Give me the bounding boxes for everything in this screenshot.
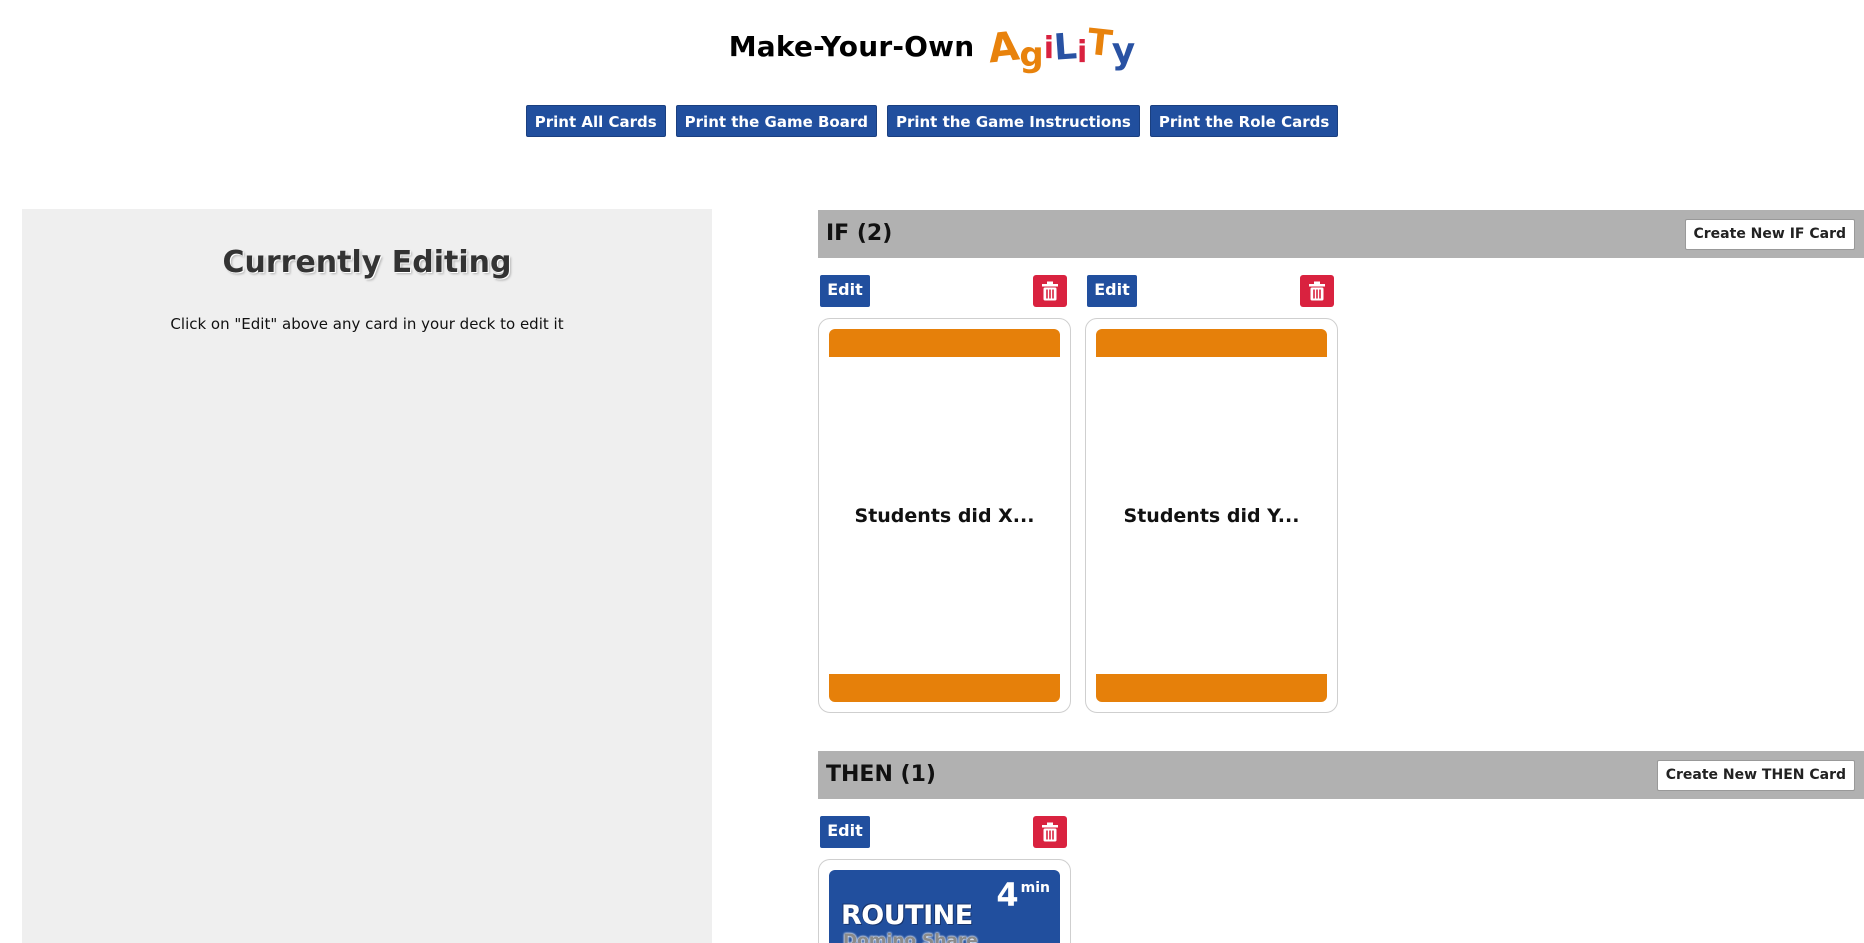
then-section-header: THEN (1) Create New THEN Card: [818, 751, 1864, 799]
print-game-board-button[interactable]: Print the Game Board: [675, 105, 877, 137]
edit-button[interactable]: Edit: [820, 816, 870, 848]
card-text: Students did X...: [854, 505, 1035, 527]
editor-hint: Click on "Edit" above any card in your d…: [170, 315, 564, 333]
print-game-instructions-button[interactable]: Print the Game Instructions: [886, 105, 1140, 137]
page-title: Make-Your-Own: [728, 29, 975, 63]
print-role-cards-button[interactable]: Print the Role Cards: [1149, 105, 1339, 137]
trash-icon: [1309, 281, 1325, 301]
editor-title: Currently Editing: [222, 245, 512, 280]
if-card: Students did Y...: [1085, 318, 1338, 713]
if-card: Students did X...: [818, 318, 1071, 713]
delete-card-button[interactable]: [1033, 275, 1067, 307]
delete-card-button[interactable]: [1300, 275, 1334, 307]
trash-icon: [1042, 281, 1058, 301]
card-top-band: [1096, 329, 1327, 357]
routine-label: ROUTINE: [841, 900, 973, 931]
card-top-band: [829, 329, 1060, 357]
edit-button[interactable]: Edit: [1087, 275, 1137, 307]
if-section-title: IF (2): [826, 221, 893, 246]
delete-card-button[interactable]: [1033, 816, 1067, 848]
page-header: Make-Your-Own A g i L i T y: [0, 21, 1864, 76]
create-then-card-button[interactable]: Create New THEN Card: [1656, 760, 1855, 791]
print-all-cards-button[interactable]: Print All Cards: [525, 105, 666, 137]
edit-button[interactable]: Edit: [820, 275, 870, 307]
card-text: Students did Y...: [1123, 505, 1300, 527]
if-section-header: IF (2) Create New IF Card: [818, 210, 1864, 258]
editor-panel: Currently Editing Click on "Edit" above …: [22, 209, 712, 943]
card-bottom-band: [1096, 674, 1327, 702]
agility-logo: A g i L i T y: [986, 21, 1136, 75]
routine-card-header: 4 min ROUTINE Domino Share: [829, 870, 1060, 943]
create-if-card-button[interactable]: Create New IF Card: [1684, 219, 1855, 250]
routine-subtitle: Domino Share: [843, 931, 978, 943]
then-section-title: THEN (1): [826, 762, 936, 787]
then-card: 4 min ROUTINE Domino Share: [818, 859, 1071, 943]
routine-duration: 4 min: [996, 876, 1050, 914]
trash-icon: [1042, 822, 1058, 842]
print-toolbar: Print All Cards Print the Game Board Pri…: [0, 105, 1864, 137]
card-bottom-band: [829, 674, 1060, 702]
